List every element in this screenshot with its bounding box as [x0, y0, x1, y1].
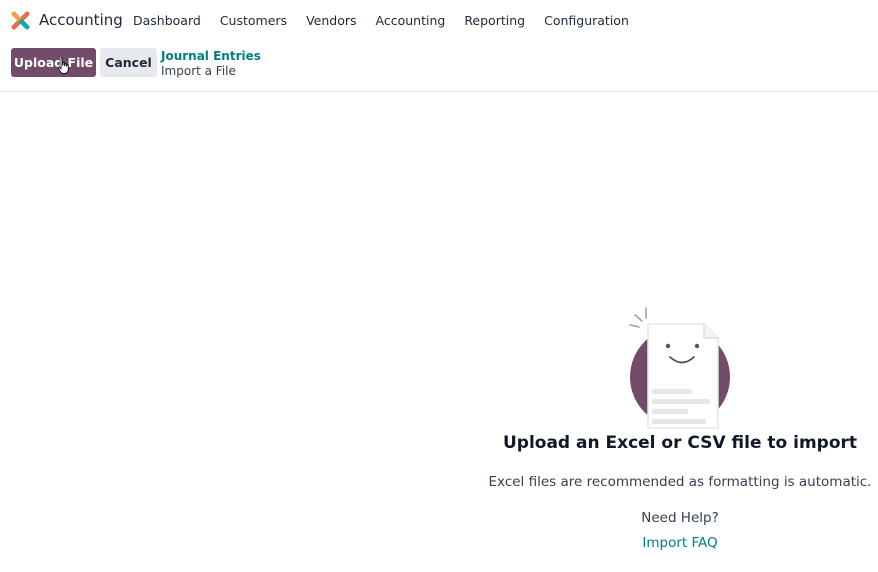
- menu-item-vendors[interactable]: Vendors: [306, 13, 356, 28]
- odoo-app-logo-icon[interactable]: [11, 11, 30, 30]
- smiling-document-icon: [629, 307, 730, 429]
- main-menu: Dashboard Customers Vendors Accounting R…: [133, 13, 629, 28]
- empty-state-title: Upload an Excel or CSV file to import: [502, 433, 858, 453]
- top-navbar: Accounting Dashboard Customers Vendors A…: [0, 0, 878, 42]
- breadcrumb-journal-entries[interactable]: Journal Entries: [161, 49, 261, 63]
- control-panel: Upload File Cancel Journal Entries Impor…: [0, 42, 878, 92]
- upload-file-button[interactable]: Upload File: [11, 48, 96, 77]
- breadcrumb-current-page: Import a File: [161, 64, 236, 78]
- menu-item-configuration[interactable]: Configuration: [544, 13, 629, 28]
- app-name[interactable]: Accounting: [39, 11, 123, 29]
- menu-item-customers[interactable]: Customers: [220, 13, 287, 28]
- empty-state-description: Excel files are recommended as formattin…: [488, 474, 872, 490]
- menu-item-dashboard[interactable]: Dashboard: [133, 13, 201, 28]
- hand-pointer-icon: [57, 57, 69, 74]
- menu-item-reporting[interactable]: Reporting: [464, 13, 525, 28]
- need-help-label: Need Help?: [641, 510, 719, 526]
- cancel-button[interactable]: Cancel: [100, 48, 157, 77]
- import-faq-link[interactable]: Import FAQ: [580, 535, 780, 551]
- menu-item-accounting[interactable]: Accounting: [376, 13, 446, 28]
